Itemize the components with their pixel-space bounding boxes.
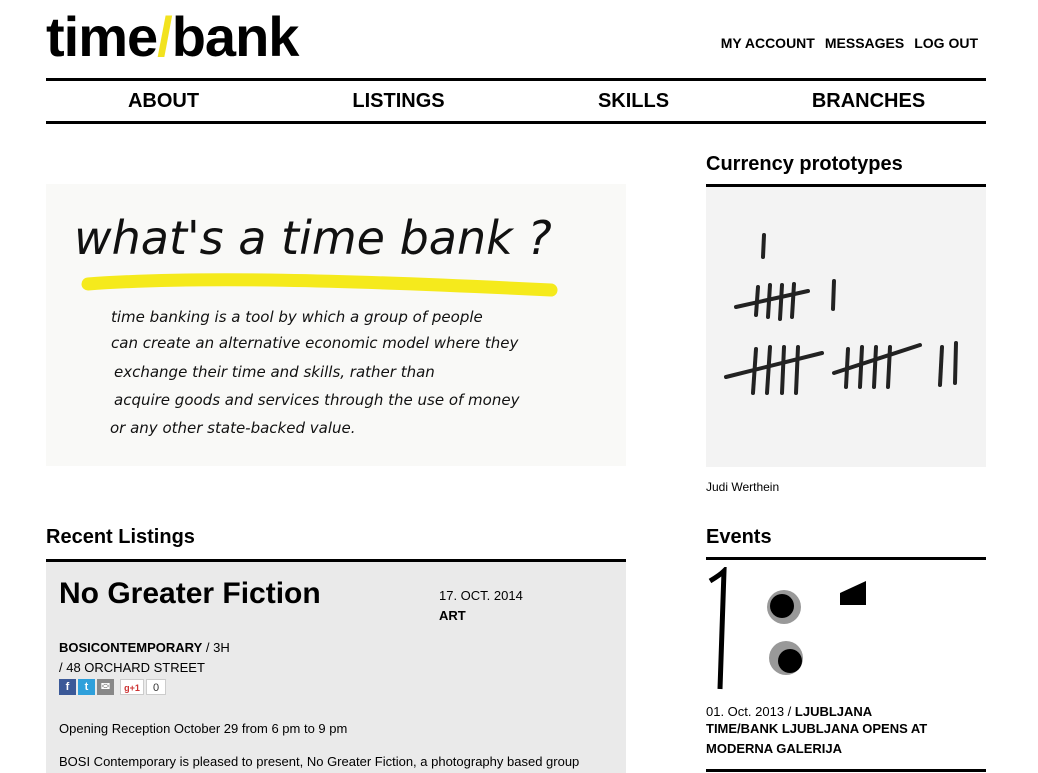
twitter-icon[interactable]: t xyxy=(78,679,95,695)
hero-line-5: or any other state-backed value. xyxy=(110,419,356,437)
events-title: Events xyxy=(706,526,772,548)
event-headline[interactable]: TIME/BANK LJUBLJANA OPENS AT MODERNA GAL… xyxy=(706,719,966,759)
nav-listings[interactable]: LISTINGS xyxy=(281,81,516,121)
hero-heading: what's a time bank ? xyxy=(74,211,552,265)
logo-part1: time xyxy=(46,5,158,68)
nav-about[interactable]: ABOUT xyxy=(46,81,281,121)
account-links: MY ACCOUNT MESSAGES LOG OUT xyxy=(721,35,978,51)
tally-marks-illustration xyxy=(724,233,958,395)
hero-line-2: can create an alternative economic model… xyxy=(111,334,520,352)
main-nav: ABOUT LISTINGS SKILLS BRANCHES xyxy=(46,78,986,124)
event-dot-black-1 xyxy=(770,594,794,618)
nav-skills[interactable]: SKILLS xyxy=(516,81,751,121)
nav-branches[interactable]: BRANCHES xyxy=(751,81,986,121)
listing-venue-suite: / 3H xyxy=(202,640,230,655)
listing-card: No Greater Fiction 17. OCT. 2014 ART BOS… xyxy=(46,559,626,773)
hero-image-whats-a-time-bank: what's a time bank ? time banking is a t… xyxy=(46,184,626,466)
currency-prototype-image[interactable] xyxy=(706,187,986,467)
event-numeral-flag xyxy=(840,581,866,605)
listing-category[interactable]: ART xyxy=(439,606,523,626)
listing-venue[interactable]: BOSICONTEMPORARY xyxy=(59,640,202,655)
share-buttons: f t ✉ g+1 0 xyxy=(59,679,166,695)
site-logo[interactable]: time/bank xyxy=(46,5,300,68)
event-bottom-rule xyxy=(706,769,986,772)
hero-line-3: exchange their time and skills, rather t… xyxy=(114,363,435,381)
listing-heading[interactable]: No Greater Fiction xyxy=(59,577,321,611)
messages-link[interactable]: MESSAGES xyxy=(825,35,904,51)
event-date: 01. Oct. 2013 xyxy=(706,704,785,719)
hero-illustration: what's a time bank ? time banking is a t… xyxy=(74,211,558,437)
logo-part2: bank xyxy=(171,5,300,68)
listing-date-block: 17. OCT. 2014 ART xyxy=(439,586,523,626)
currency-title: Currency prototypes xyxy=(706,153,903,175)
email-icon[interactable]: ✉ xyxy=(97,679,114,695)
events-rule xyxy=(706,557,986,560)
event-image[interactable] xyxy=(706,564,986,691)
share-count: 0 xyxy=(146,679,166,695)
recent-listings-title: Recent Listings xyxy=(46,526,195,548)
hero-line-1: time banking is a tool by which a group … xyxy=(111,308,483,326)
event-city[interactable]: LJUBLJANA xyxy=(795,704,872,719)
currency-caption: Judi Werthein xyxy=(706,480,780,494)
google-plus-button[interactable]: g+1 xyxy=(120,679,144,695)
listing-date: 17. OCT. 2014 xyxy=(439,588,523,603)
listing-venue-block: BOSICONTEMPORARY / 3H / 48 ORCHARD STREE… xyxy=(59,638,230,678)
event-dot-black-2 xyxy=(778,649,802,673)
yellow-underline xyxy=(81,273,558,297)
event-separator: / xyxy=(784,704,795,719)
listing-address: / 48 ORCHARD STREET xyxy=(59,660,205,675)
listing-reception-text: Opening Reception October 29 from 6 pm t… xyxy=(59,721,348,736)
event-graphic xyxy=(708,564,866,690)
listing-description: BOSI Contemporary is pleased to present,… xyxy=(59,754,580,769)
logo-slash: / xyxy=(157,5,173,68)
logout-link[interactable]: LOG OUT xyxy=(914,35,978,51)
my-account-link[interactable]: MY ACCOUNT xyxy=(721,35,815,51)
hero-line-4: acquire goods and services through the u… xyxy=(114,391,521,409)
facebook-icon[interactable]: f xyxy=(59,679,76,695)
event-numeral-stroke xyxy=(708,564,727,690)
